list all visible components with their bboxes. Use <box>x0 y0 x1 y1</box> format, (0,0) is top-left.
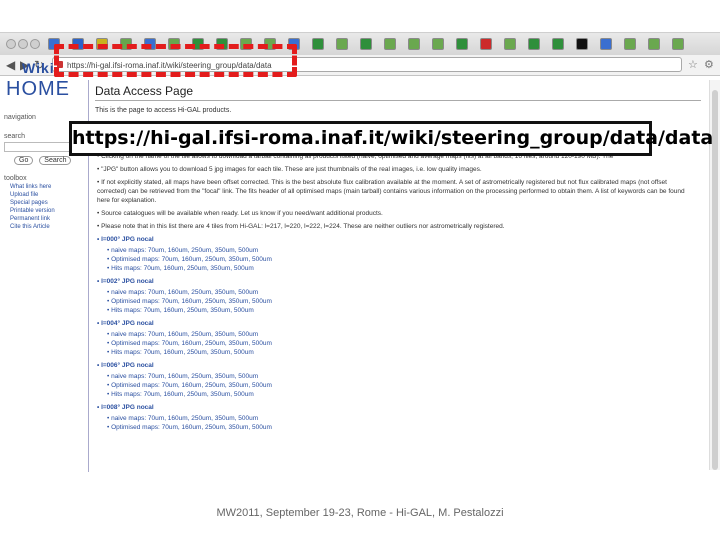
slide-footer: MW2011, September 19-23, Rome - Hi-GAL, … <box>216 507 504 519</box>
intro-text: This is the page to access Hi-GAL produc… <box>95 107 232 114</box>
map-list-item[interactable]: • Optimised maps: 70um, 160um, 250um, 35… <box>107 297 697 306</box>
browser-tab[interactable] <box>456 38 468 50</box>
toolbox-link[interactable]: What links here <box>10 184 76 190</box>
url-highlight-box <box>54 44 297 77</box>
bookmark-star-icon[interactable]: ☆ <box>688 58 698 71</box>
wiki-logo[interactable]: Wiki HOME <box>6 52 86 108</box>
toolbox-link[interactable]: Upload file <box>10 192 76 198</box>
map-list-item[interactable]: • naive maps: 70um, 160um, 250um, 350um,… <box>107 246 697 255</box>
toolbox-link[interactable]: Permanent link <box>10 216 76 222</box>
browser-tab[interactable] <box>648 38 660 50</box>
map-list-item[interactable]: • Optimised maps: 70um, 160um, 250um, 35… <box>107 381 697 390</box>
info-bullet: • Source catalogues will be available wh… <box>97 210 383 217</box>
zoom-window-icon[interactable] <box>30 39 40 49</box>
tile-link[interactable]: • l=008° JPG nocal <box>97 403 697 412</box>
browser-tab[interactable] <box>384 38 396 50</box>
toolbox-heading: toolbox <box>4 175 27 182</box>
browser-tab[interactable] <box>528 38 540 50</box>
browser-tab[interactable] <box>312 38 324 50</box>
logo-text-top: Wiki <box>22 60 55 76</box>
browser-tab[interactable] <box>480 38 492 50</box>
page-title: Data Access Page <box>95 84 194 98</box>
map-list-item[interactable]: • naive maps: 70um, 160um, 250um, 350um,… <box>107 330 697 339</box>
browser-tab[interactable] <box>672 38 684 50</box>
browser-tab[interactable] <box>432 38 444 50</box>
info-bullet: • Please note that in this list there ar… <box>97 223 505 230</box>
tile-link[interactable]: • l=002° JPG nocal <box>97 277 697 286</box>
map-list-item[interactable]: • naive maps: 70um, 160um, 250um, 350um,… <box>107 372 697 381</box>
tile-link[interactable]: • l=004° JPG nocal <box>97 319 697 328</box>
map-list-item[interactable]: • naive maps: 70um, 160um, 250um, 350um,… <box>107 288 697 297</box>
map-list-item[interactable]: • Hits maps: 70um, 160um, 250um, 350um, … <box>107 390 697 399</box>
toolbox-link[interactable]: Cite this Article <box>10 224 76 230</box>
map-list-item[interactable]: • Optimised maps: 70um, 160um, 250um, 35… <box>107 255 697 264</box>
page-body: • Clicking on the name of the tile allow… <box>97 152 697 432</box>
map-list-item[interactable]: • Optimised maps: 70um, 160um, 250um, 35… <box>107 339 697 348</box>
go-button[interactable]: Go <box>14 156 34 165</box>
logo-text-home: HOME <box>6 78 70 100</box>
browser-tab[interactable] <box>408 38 420 50</box>
browser-tab[interactable] <box>552 38 564 50</box>
browser-tab[interactable] <box>504 38 516 50</box>
close-window-icon[interactable] <box>6 39 16 49</box>
map-list-item[interactable]: • Hits maps: 70um, 160um, 250um, 350um, … <box>107 264 697 273</box>
browser-tab[interactable] <box>600 38 612 50</box>
browser-tab[interactable] <box>360 38 372 50</box>
toolbox-link[interactable]: Special pages <box>10 200 76 206</box>
search-button[interactable]: Search <box>39 156 72 165</box>
info-bullet: • "JPG" button allows you to download 5 … <box>97 166 482 173</box>
minimize-window-icon[interactable] <box>18 39 28 49</box>
title-divider <box>95 100 701 101</box>
tile-link[interactable]: • l=000° JPG nocal <box>97 235 697 244</box>
map-list-item[interactable]: • Hits maps: 70um, 160um, 250um, 350um, … <box>107 306 697 315</box>
nav-heading: navigation <box>4 114 36 121</box>
map-list-item[interactable]: • Hits maps: 70um, 160um, 250um, 350um, … <box>107 348 697 357</box>
map-list-item[interactable]: • Optimised maps: 70um, 160um, 250um, 35… <box>107 423 697 432</box>
browser-tab[interactable] <box>624 38 636 50</box>
info-bullet: • If not explicitly stated, all maps hav… <box>97 179 685 204</box>
browser-tab[interactable] <box>576 38 588 50</box>
url-callout: https://hi-gal.ifsi-roma.inaf.it/wiki/st… <box>69 121 713 156</box>
wrench-icon[interactable]: ⚙ <box>704 58 714 71</box>
map-list-item[interactable]: • naive maps: 70um, 160um, 250um, 350um,… <box>107 414 697 423</box>
toolbox-list: What links here Upload file Special pages P… <box>0 184 86 230</box>
toolbox-link[interactable]: Printable version <box>10 208 76 214</box>
browser-tab[interactable] <box>336 38 348 50</box>
tile-link[interactable]: • l=006° JPG nocal <box>97 361 697 370</box>
